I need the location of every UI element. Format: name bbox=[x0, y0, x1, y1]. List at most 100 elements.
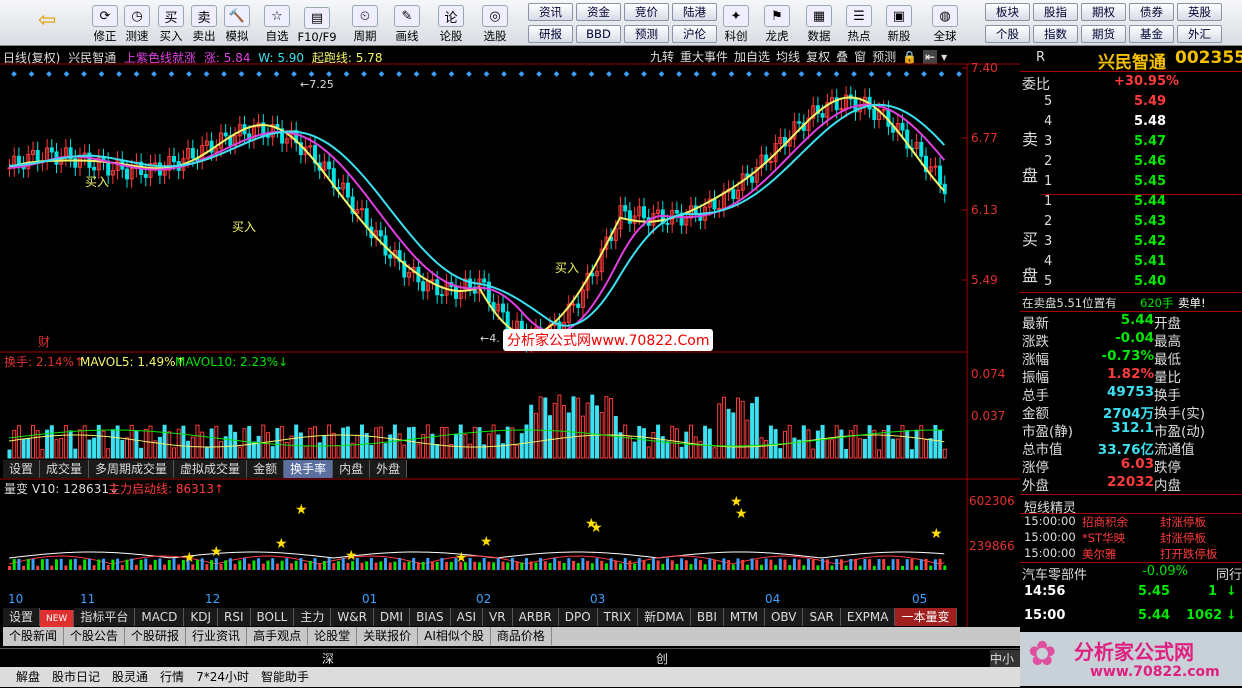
bottom-link-2[interactable]: 股灵通 bbox=[112, 670, 148, 684]
grid-btn-2-0[interactable]: 板块 bbox=[985, 3, 1030, 21]
quote-header: R 兴民智通 002355 bbox=[1020, 46, 1242, 73]
liang-bar bbox=[473, 561, 477, 570]
indicator-tab-21[interactable]: EXPMA bbox=[840, 608, 896, 626]
indicator-tab-5[interactable]: RSI bbox=[218, 608, 251, 626]
bottom-link-0[interactable]: 解盘 bbox=[16, 670, 40, 684]
grid-btn-1-3[interactable]: 沪伦 bbox=[672, 25, 717, 43]
toolbar-btn-3[interactable]: 卖卖出 bbox=[187, 2, 221, 44]
indicator-tab-17[interactable]: BBI bbox=[690, 608, 724, 626]
toolbar-btn-11[interactable]: ✦ 科创 bbox=[719, 2, 753, 44]
bottom-link-3[interactable]: 行情 bbox=[160, 670, 184, 684]
toolbar-btn-15[interactable]: ▣ 新股 bbox=[882, 2, 916, 44]
tonghang-tab[interactable]: 同行 bbox=[1216, 564, 1242, 583]
grid-btn-0-1[interactable]: 资金 bbox=[576, 3, 621, 21]
candle-body bbox=[919, 141, 924, 157]
month-label-4: 02 bbox=[476, 592, 491, 606]
bottom-link-5[interactable]: 智能助手 bbox=[261, 670, 309, 684]
info-tab-7[interactable]: AI相似个股 bbox=[418, 627, 491, 645]
indicator-tab-10[interactable]: BIAS bbox=[410, 608, 451, 626]
indicator-tab-15[interactable]: TRIX bbox=[597, 608, 639, 626]
indicator-tab-4[interactable]: KDJ bbox=[184, 608, 218, 626]
info-tab-8[interactable]: 商品价格 bbox=[491, 627, 552, 645]
vol-tab-4[interactable]: 金额 bbox=[247, 460, 285, 478]
turnover-bar bbox=[134, 431, 139, 459]
toolbar-btn-5[interactable]: ☆ 自选 bbox=[260, 2, 294, 44]
info-tab-5[interactable]: 论股堂 bbox=[308, 627, 358, 645]
vol-tab-3[interactable]: 虚拟成交量 bbox=[174, 460, 248, 478]
grid-btn-3-4[interactable]: 外汇 bbox=[1177, 25, 1222, 43]
toolbar-btn-16[interactable]: ◍ 全球 bbox=[928, 2, 962, 44]
grid-btn-0-3[interactable]: 陆港 bbox=[672, 3, 717, 21]
turnover-bar bbox=[613, 416, 618, 459]
liang-bar bbox=[167, 559, 171, 570]
vol-tab-5[interactable]: 换手率 bbox=[284, 460, 334, 478]
info-tab-1[interactable]: 个股公告 bbox=[64, 627, 126, 645]
toolbar-btn-8[interactable]: ✎ 画线 bbox=[390, 2, 424, 44]
liang-bar bbox=[788, 565, 792, 570]
grid-btn-3-3[interactable]: 基金 bbox=[1129, 25, 1174, 43]
toolbar-btn-12[interactable]: ⚑ 龙虎 bbox=[760, 2, 794, 44]
bottom-link-1[interactable]: 股市日记 bbox=[52, 670, 100, 684]
indicator-tab-16[interactable]: 新DMA bbox=[638, 608, 691, 626]
sector-row[interactable]: 汽车零部件 -0.09% 同行 bbox=[1020, 562, 1242, 583]
toolbar-btn-4[interactable]: 🔨 模拟 bbox=[220, 2, 254, 44]
indicator-tab-2[interactable]: 指标平台 bbox=[74, 608, 136, 626]
info-tab-6[interactable]: 关联报价 bbox=[357, 627, 419, 645]
indicator-tab-18[interactable]: MTM bbox=[723, 608, 765, 626]
toolbar-btn-14[interactable]: ☰ 热点 bbox=[842, 2, 876, 44]
indicator-tab-19[interactable]: OBV bbox=[764, 608, 804, 626]
vol-tab-0[interactable]: 设置 bbox=[3, 460, 41, 478]
indicator-tab-1[interactable]: NEW bbox=[40, 610, 75, 628]
grid-btn-1-2[interactable]: 预测 bbox=[624, 25, 669, 43]
month-label-1: 11 bbox=[80, 592, 95, 606]
info-tab-0[interactable]: 个股新闻 bbox=[3, 627, 65, 645]
grid-btn-3-0[interactable]: 个股 bbox=[985, 25, 1030, 43]
zaimai-text: 在卖盘5.51位置有 bbox=[1022, 296, 1117, 310]
toolbar-btn-2[interactable]: 买买入 bbox=[154, 2, 188, 44]
indicator-tab-14[interactable]: DPO bbox=[558, 608, 598, 626]
indicator-tab-9[interactable]: DMI bbox=[373, 608, 411, 626]
info-tab-3[interactable]: 行业资讯 bbox=[186, 627, 248, 645]
indicator-tab-12[interactable]: VR bbox=[483, 608, 513, 626]
grid-btn-1-0[interactable]: 研报 bbox=[528, 25, 573, 43]
kline-chart-area[interactable]: 日线(复权) 兴民智通 上紫色线就涨 涨: 5.84 W: 5.90 起跑线: … bbox=[0, 46, 1020, 661]
indicator-tab-20[interactable]: SAR bbox=[803, 608, 841, 626]
grid-btn-3-2[interactable]: 期货 bbox=[1081, 25, 1126, 43]
grid-btn-2-2[interactable]: 期权 bbox=[1081, 3, 1126, 21]
vol-tab-2[interactable]: 多周期成交量 bbox=[89, 460, 175, 478]
grid-btn-3-1[interactable]: 指数 bbox=[1033, 25, 1078, 43]
bottom-link-4[interactable]: 7*24小时 bbox=[196, 670, 249, 684]
indicator-tab-6[interactable]: BOLL bbox=[250, 608, 295, 626]
buy-price: 5.44 bbox=[1134, 194, 1167, 209]
indicator-tab-22[interactable]: 一本量变 bbox=[895, 608, 957, 626]
liang-red-line bbox=[8, 555, 945, 565]
indicator-tab-11[interactable]: ASI bbox=[450, 608, 484, 626]
toolbar-btn-0[interactable]: ⟳ 修正 bbox=[88, 2, 122, 44]
toolbar-btn-6[interactable]: ▤ F10/F9 bbox=[297, 2, 337, 44]
indicator-tab-7[interactable]: 主力 bbox=[294, 608, 332, 626]
grid-btn-1-1[interactable]: BBD bbox=[576, 25, 621, 43]
grid-btn-2-1[interactable]: 股指 bbox=[1033, 3, 1078, 21]
vol-tab-6[interactable]: 内盘 bbox=[333, 460, 371, 478]
indicator-tab-8[interactable]: W&R bbox=[331, 608, 374, 626]
grid-btn-0-2[interactable]: 竞价 bbox=[624, 3, 669, 21]
grid-btn-0-0[interactable]: 资讯 bbox=[528, 3, 573, 21]
info-tab-4[interactable]: 高手观点 bbox=[247, 627, 309, 645]
toolbar-btn-1[interactable]: ◷ 测速 bbox=[120, 2, 154, 44]
toolbar-btn-9[interactable]: 论论股 bbox=[434, 2, 468, 44]
toolbar-label-6: F10/F9 bbox=[297, 30, 337, 44]
turnover-bar bbox=[294, 424, 299, 459]
info-tab-2[interactable]: 个股研报 bbox=[125, 627, 187, 645]
vol-tab-1[interactable]: 成交量 bbox=[40, 460, 90, 478]
grid-btn-2-4[interactable]: 英股 bbox=[1177, 3, 1222, 21]
indicator-tab-3[interactable]: MACD bbox=[135, 608, 185, 626]
liang-bar bbox=[407, 561, 411, 570]
toolbar-btn-7[interactable]: ⏲ 周期 bbox=[348, 2, 382, 44]
toolbar-btn-13[interactable]: ▦ 数据 bbox=[802, 2, 836, 44]
vol-tab-7[interactable]: 外盘 bbox=[370, 460, 408, 478]
grid-btn-2-3[interactable]: 债券 bbox=[1129, 3, 1174, 21]
toolbar-btn-10[interactable]: ◎ 选股 bbox=[478, 2, 512, 44]
back-arrow-icon[interactable]: ⇦ bbox=[38, 8, 56, 33]
indicator-tab-0[interactable]: 设置 bbox=[3, 608, 41, 626]
indicator-tab-13[interactable]: ARBR bbox=[512, 608, 559, 626]
